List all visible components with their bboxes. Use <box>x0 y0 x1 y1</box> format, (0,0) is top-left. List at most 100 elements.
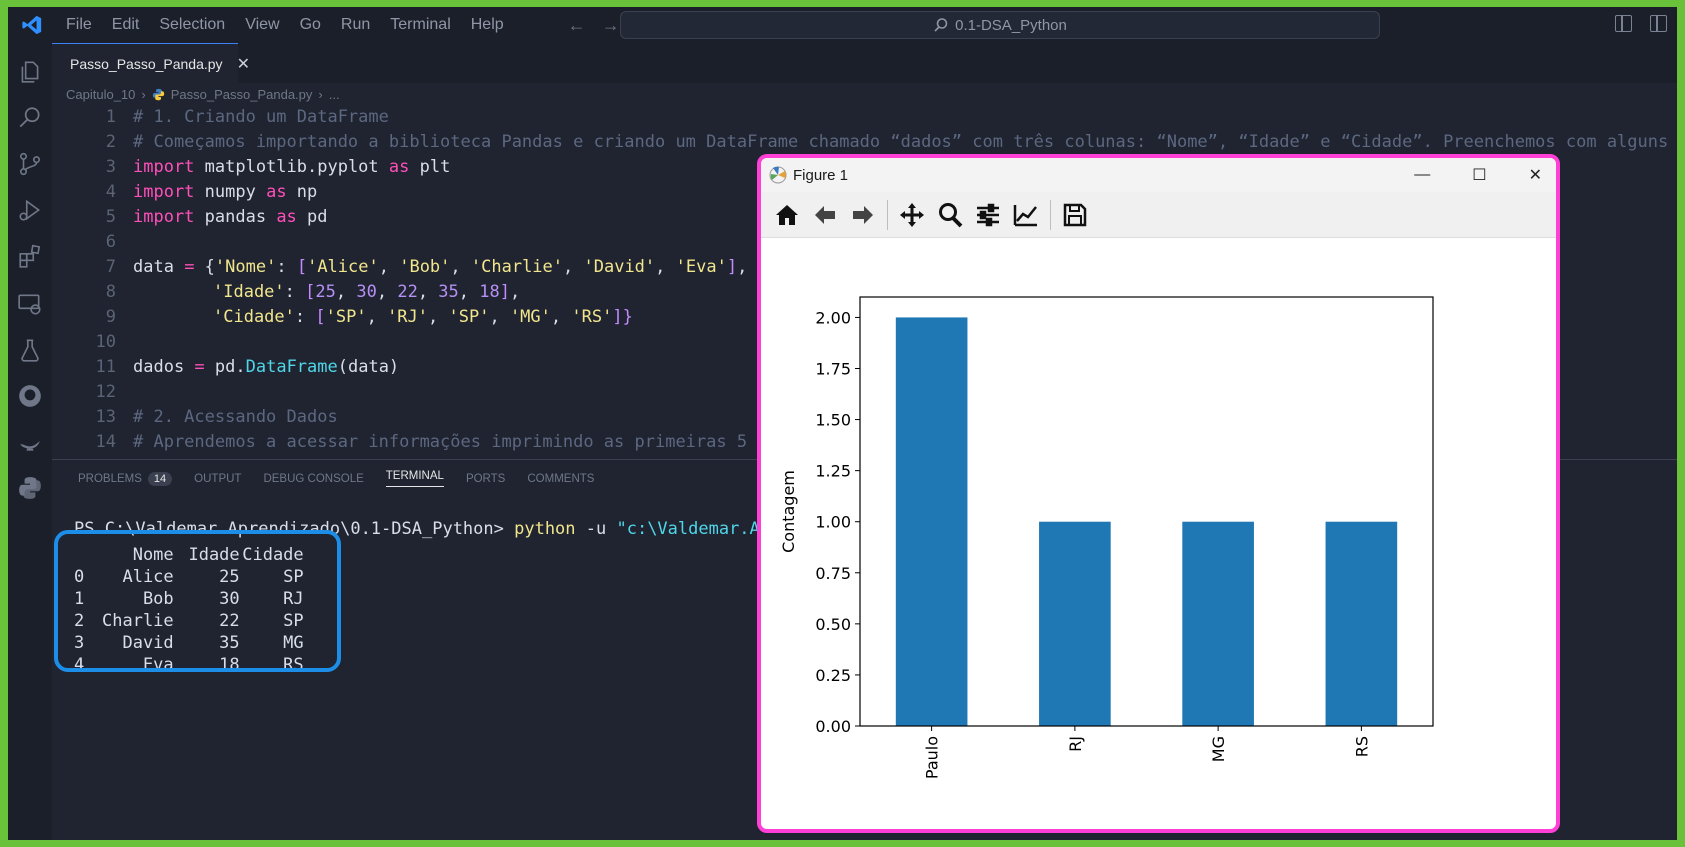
keyword: import <box>133 157 195 177</box>
menu-file[interactable]: File <box>56 7 102 43</box>
code-text: dados = pd.DataFrame(data) <box>133 355 399 380</box>
maximize-icon[interactable]: ☐ <box>1472 165 1486 185</box>
home-icon[interactable] <box>773 201 801 229</box>
line-number: 1 <box>105 107 116 127</box>
tab-comments[interactable]: COMMENTS <box>527 473 594 485</box>
back-arrow-icon[interactable] <box>811 201 839 229</box>
command-center-label: 0.1-DSA_Python <box>955 16 1067 34</box>
tab-problems[interactable]: PROBLEMS 14 <box>78 471 173 486</box>
forward-arrow-icon[interactable] <box>849 201 877 229</box>
activity-bar <box>8 43 52 840</box>
source-control-icon[interactable] <box>17 151 43 177</box>
figure-title: Figure 1 <box>793 166 849 184</box>
breadcrumb-folder[interactable]: Capitulo_10 <box>66 87 135 102</box>
remote-explorer-icon[interactable] <box>17 291 43 317</box>
y-tick-label: 0.75 <box>815 564 851 583</box>
function-name: DataFrame <box>245 357 338 377</box>
string: 'MG' <box>509 307 551 327</box>
save-icon[interactable] <box>1061 201 1089 229</box>
punctuation: , <box>737 257 748 277</box>
punctuation: : <box>294 307 316 327</box>
module-name: numpy <box>194 182 267 202</box>
line-number: 4 <box>105 182 116 202</box>
close-icon[interactable]: ✕ <box>1529 165 1542 185</box>
alias: pd <box>296 207 328 227</box>
toggle-panel-icon[interactable] <box>1650 15 1667 32</box>
bracket: ] <box>726 257 738 277</box>
minimize-icon[interactable]: — <box>1414 166 1430 184</box>
command-center-search[interactable]: 0.1-DSA_Python <box>620 11 1380 39</box>
y-axis-label: Contagem <box>779 470 798 553</box>
line-number: 9 <box>105 307 116 327</box>
breadcrumb-file[interactable]: Passo_Passo_Panda.py <box>171 87 313 102</box>
operator: = <box>184 257 195 277</box>
string: 'Idade' <box>213 282 285 302</box>
y-tick-label: 1.50 <box>815 411 851 430</box>
tab-label: Passo_Passo_Panda.py <box>70 55 223 72</box>
line-number: 11 <box>95 357 116 377</box>
figure-toolbar <box>761 192 1556 238</box>
menu-run[interactable]: Run <box>331 7 380 43</box>
toolbar-separator <box>1050 199 1051 230</box>
tab-terminal[interactable]: TERMINAL <box>385 470 444 487</box>
tab-passo-passo-panda[interactable]: Passo_Passo_Panda.py ✕ <box>52 43 250 83</box>
line-number: 8 <box>105 282 116 302</box>
toggle-sidebar-icon[interactable] <box>1615 15 1632 32</box>
close-icon[interactable]: ✕ <box>237 54 250 74</box>
menu-terminal[interactable]: Terminal <box>380 7 460 43</box>
x-tick-label: RS <box>1352 736 1371 757</box>
tab-ports[interactable]: PORTS <box>466 473 505 485</box>
code-text: # 1. Criando um DataFrame <box>133 107 389 127</box>
bracket: ] <box>612 307 623 327</box>
testing-icon[interactable] <box>17 337 43 363</box>
explorer-icon[interactable] <box>17 59 43 85</box>
string: 'SP' <box>448 307 490 327</box>
string: 'David' <box>583 257 656 277</box>
python-icon[interactable] <box>17 475 43 501</box>
configure-subplots-icon[interactable] <box>974 201 1002 229</box>
menu-help[interactable]: Help <box>461 7 514 43</box>
bar-chart[interactable]: Paulo RJ MG RS 0.00 0.25 0.50 0.75 1.00 1.25 1.50 1… <box>761 238 1556 829</box>
menu-edit[interactable]: Edit <box>102 7 150 43</box>
matplotlib-logo-icon <box>769 166 787 184</box>
zoom-icon[interactable] <box>936 201 964 229</box>
forward-arrow-icon[interactable]: → <box>602 15 620 36</box>
y-tick-label: 0.50 <box>815 615 851 634</box>
breadcrumb: Capitulo_10 › Passo_Passo_Panda.py › ... <box>66 83 340 105</box>
menu-view[interactable]: View <box>235 7 289 43</box>
extensions-icon[interactable] <box>17 243 43 269</box>
punctuation: { <box>194 257 215 277</box>
back-arrow-icon[interactable]: ← <box>568 15 586 36</box>
bracket: [ <box>305 282 316 302</box>
string: 'Cidade' <box>213 307 295 327</box>
genie-lamp-icon[interactable] <box>17 429 43 455</box>
breadcrumb-more[interactable]: ... <box>329 87 340 102</box>
command-path: "c:\Valdemar.Apr <box>616 519 781 539</box>
problems-count-badge: 14 <box>147 471 173 486</box>
edit-axis-icon[interactable] <box>1012 201 1040 229</box>
y-tick-label: 0.00 <box>815 717 851 736</box>
bracket: } <box>622 307 633 327</box>
bracket: [ <box>315 307 326 327</box>
arguments: (data) <box>337 357 400 377</box>
search-icon[interactable] <box>17 105 43 131</box>
keyword: as <box>276 207 297 227</box>
line-number: 14 <box>95 432 116 452</box>
number: 22 <box>397 282 418 302</box>
run-debug-icon[interactable] <box>17 197 43 223</box>
number: 25 <box>315 282 336 302</box>
y-tick-label: 1.00 <box>815 513 851 532</box>
tab-debug-console[interactable]: DEBUG CONSOLE <box>263 473 363 485</box>
pan-move-icon[interactable] <box>898 201 926 229</box>
string: 'Alice' <box>307 257 379 277</box>
punctuation: , <box>510 282 521 302</box>
number: 30 <box>356 282 377 302</box>
menu-go[interactable]: Go <box>290 7 331 43</box>
github-icon[interactable] <box>17 383 43 409</box>
menu-selection[interactable]: Selection <box>149 7 235 43</box>
chevron-right-icon: › <box>318 86 323 102</box>
python-file-icon <box>152 88 164 100</box>
keyword: as <box>266 182 287 202</box>
tab-output[interactable]: OUTPUT <box>194 473 241 485</box>
toolbar-separator <box>887 199 888 230</box>
